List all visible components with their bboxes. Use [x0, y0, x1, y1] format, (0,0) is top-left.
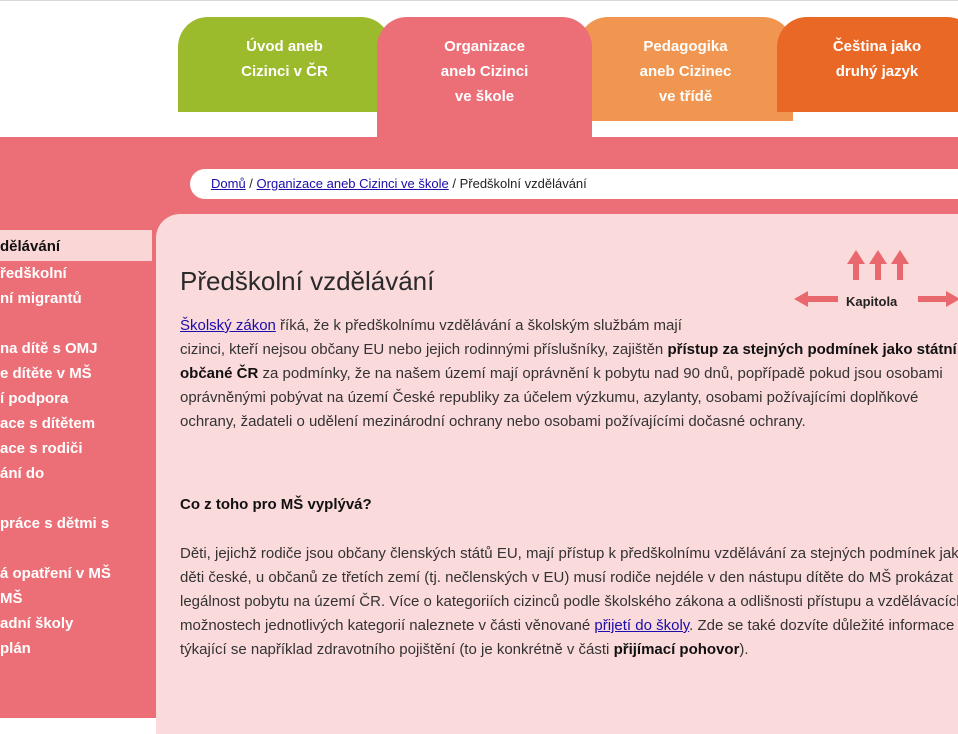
top-strip — [0, 0, 958, 13]
sidebar-nav: dělávání ředškolní ní migrantů na dítě s… — [0, 230, 152, 661]
intro-paragraph: Školský zákon říká, že k předškolnímu vz… — [180, 314, 958, 434]
breadcrumb-separator: / — [448, 176, 460, 191]
tab-uvod[interactable]: Úvod aneb Cizinci v ČR — [178, 17, 391, 112]
skolsky-zakon-link[interactable]: Školský zákon — [180, 317, 276, 334]
sidebar-item[interactable]: í podpora — [0, 386, 152, 411]
breadcrumb: Domů / Organizace aneb Cizinci ve škole … — [190, 169, 958, 199]
sidebar-item[interactable]: ace s dítětem — [0, 411, 152, 436]
chapter-navigation: Kapitola — [792, 250, 958, 320]
up-arrow-icon — [891, 250, 909, 280]
section-subheading: Co z toho pro MŠ vyplývá? — [180, 496, 372, 513]
intro-text: říká, že k předškolnímu vzdělávání a ško… — [275, 317, 682, 334]
breadcrumb-section-link[interactable]: Organizace aneb Cizinci ve škole — [257, 176, 449, 191]
sidebar-item[interactable]: MŠ — [0, 586, 152, 611]
sidebar-item[interactable]: ání do — [0, 461, 152, 486]
tab-organizace-line-1: Organizace — [444, 38, 525, 55]
chapter-arrows-icon — [794, 250, 958, 307]
sidebar-item[interactable]: na dítě s OMJ — [0, 336, 152, 361]
sidebar-item[interactable]: ace s rodiči — [0, 436, 152, 461]
page-title: Předškolní vzdělávání — [180, 266, 435, 296]
tab-organizace-line-2: aneb Cizinci — [440, 63, 529, 80]
sidebar-item[interactable]: ředškolní — [0, 261, 152, 286]
tab-cestina[interactable]: Čeština jako druhý jazyk — [777, 17, 958, 112]
tab-pedagogika-line-3: ve třídě — [658, 88, 713, 105]
tab-pedagogika[interactable]: Pedagogika aneb Cizinec ve třídě — [578, 17, 793, 121]
intro-text: za podmínky, že na našem území mají oprá… — [180, 365, 943, 430]
tab-cestina-line-2: druhý jazyk — [835, 63, 919, 80]
sidebar-item[interactable]: plán — [0, 636, 152, 661]
body-bold-text: přijímací pohovor — [613, 641, 740, 658]
tab-pedagogika-line-1: Pedagogika — [643, 38, 728, 55]
tab-organizace-line-3: ve škole — [454, 88, 515, 105]
tab-pedagogika-line-2: aneb Cizinec — [639, 63, 732, 80]
breadcrumb-current: Předškolní vzdělávání — [459, 176, 587, 191]
breadcrumb-home-link[interactable]: Domů — [211, 176, 246, 191]
body-paragraph: Děti, jejichž rodiče jsou občany členský… — [180, 542, 958, 662]
sidebar-item[interactable]: práce s dětmi s — [0, 511, 152, 536]
sidebar-item[interactable]: ní migrantů — [0, 286, 152, 311]
up-arrow-icon — [847, 250, 865, 280]
chapter-label: Kapitola — [846, 294, 898, 309]
main-content: Předškolní vzdělávání Kapitola Školský z… — [156, 214, 958, 734]
tab-cestina-line-1: Čeština jako — [832, 38, 922, 55]
up-arrow-icon — [869, 250, 887, 280]
body-text: ). — [739, 641, 749, 658]
breadcrumb-separator: / — [245, 176, 257, 191]
tab-uvod-line-1: Úvod aneb — [246, 38, 323, 55]
prijeti-do-skoly-link[interactable]: přijetí do školy — [594, 617, 689, 634]
sidebar-item[interactable]: á opatření v MŠ — [0, 561, 152, 586]
left-arrow-icon — [794, 291, 838, 307]
sidebar-item[interactable]: e dítěte v MŠ — [0, 361, 152, 386]
tab-organizace[interactable]: Organizace aneb Cizinci ve škole — [377, 17, 592, 138]
intro-first-line: Školský zákon říká, že k předškolnímu vz… — [180, 314, 780, 338]
intro-text: cizinci, kteří nejsou občany EU nebo jej… — [180, 341, 668, 358]
tab-uvod-line-2: Cizinci v ČR — [241, 63, 328, 80]
sidebar-item-active[interactable]: dělávání — [0, 230, 152, 261]
sidebar-item[interactable]: adní školy — [0, 611, 152, 636]
right-arrow-icon — [918, 291, 958, 307]
